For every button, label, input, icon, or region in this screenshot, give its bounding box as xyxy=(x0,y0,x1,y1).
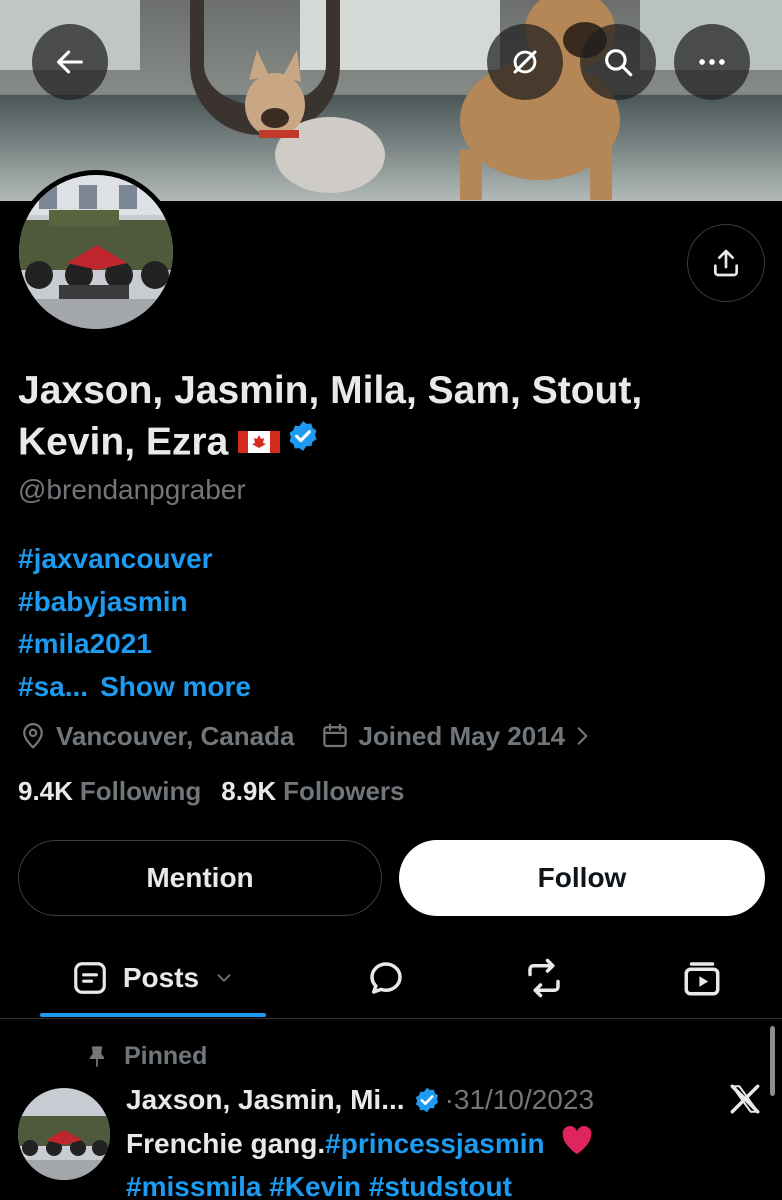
post-hashtag[interactable]: #Kevin xyxy=(269,1171,361,1200)
bio-hashtag[interactable]: #jaxvancouver xyxy=(18,538,251,581)
more-options-button[interactable] xyxy=(674,24,750,100)
media-icon xyxy=(684,962,720,996)
joined-item[interactable]: Joined May 2014 xyxy=(320,721,595,752)
profile-tabs: Posts xyxy=(0,940,782,1019)
share-button[interactable] xyxy=(687,224,765,302)
display-name: Jaxson, Jasmin, Mila, Sam, Stout, Kevin,… xyxy=(18,366,738,472)
reply-bubble-icon xyxy=(370,962,402,994)
pinned-text: Pinned xyxy=(124,1042,208,1070)
post-date[interactable]: ·31/10/2023 xyxy=(445,1084,594,1116)
following-count: 9.4K xyxy=(18,776,73,806)
active-tab-indicator xyxy=(40,1013,266,1017)
post-hashtag[interactable]: #princessjasmin xyxy=(325,1128,544,1159)
repost-icon xyxy=(528,958,560,998)
post-text-content: Frenchie gang. xyxy=(126,1128,326,1159)
profile-avatar[interactable] xyxy=(14,170,178,334)
bio-hashtag[interactable]: #mila2021 xyxy=(18,623,251,666)
calendar-icon xyxy=(323,723,348,748)
display-name-text: Jaxson, Jasmin, Mila, Sam, Stout, Kevin,… xyxy=(18,369,643,464)
tabs-divider xyxy=(0,1018,782,1019)
tab-reposts[interactable] xyxy=(504,940,584,1016)
location-item: Vancouver, Canada xyxy=(18,721,294,752)
post-avatar-image xyxy=(18,1088,110,1180)
post-author-avatar[interactable] xyxy=(18,1088,110,1180)
ellipsis-icon xyxy=(699,59,725,65)
scrollbar[interactable] xyxy=(770,1026,775,1096)
following-link[interactable]: 9.4K Following xyxy=(18,776,201,807)
chevron-down-icon xyxy=(217,974,231,982)
pinned-label: Pinned xyxy=(84,1042,207,1071)
post-verified-badge-icon xyxy=(413,1086,441,1114)
followers-link[interactable]: 8.9K Followers xyxy=(221,776,404,807)
location-text: Vancouver, Canada xyxy=(56,720,295,751)
profile-handle: @brendanpgraber xyxy=(18,474,246,505)
canada-flag-icon xyxy=(238,416,281,466)
pin-icon xyxy=(89,1045,105,1067)
bio-hashtag[interactable]: #babyjasmin xyxy=(18,581,251,624)
show-more-link[interactable]: Show more xyxy=(100,671,251,702)
posts-icon xyxy=(74,962,106,994)
x-logo-icon xyxy=(730,1084,760,1114)
location-pin-icon xyxy=(23,723,43,749)
profile-meta: Vancouver, Canada Joined May 2014 xyxy=(18,718,595,754)
mention-button[interactable]: Mention xyxy=(18,840,382,916)
post-hashtag[interactable]: #studstout xyxy=(369,1171,512,1200)
share-icon xyxy=(714,249,738,277)
search-icon xyxy=(605,49,633,77)
chevron-right-icon xyxy=(577,727,588,745)
profile-bio: #jaxvancouver #babyjasmin #mila2021 #sa.… xyxy=(18,538,251,708)
post-hashtag[interactable]: #missmila xyxy=(126,1171,261,1200)
search-button[interactable] xyxy=(580,24,656,100)
back-button[interactable] xyxy=(32,24,108,100)
post-author-name[interactable]: Jaxson, Jasmin, Mi... xyxy=(126,1084,405,1116)
follow-button[interactable]: Follow xyxy=(399,840,765,916)
following-label: Following xyxy=(79,776,202,806)
tab-media[interactable] xyxy=(662,940,742,1016)
follow-counts: 9.4K Following 8.9K Followers xyxy=(18,776,405,807)
tab-replies[interactable] xyxy=(346,940,426,1016)
post-header: Jaxson, Jasmin, Mi... ·31/10/2023 xyxy=(126,1080,594,1120)
followers-label: Followers xyxy=(283,776,405,806)
grok-icon xyxy=(513,50,537,74)
banner-dog-small xyxy=(245,50,385,193)
post-text: Frenchie gang.#princessjasmin #missmila … xyxy=(126,1124,746,1200)
avatar-image xyxy=(19,175,173,329)
followers-count: 8.9K xyxy=(221,776,277,806)
tab-posts-label: Posts xyxy=(122,962,200,993)
tab-posts[interactable]: Posts xyxy=(40,940,266,1016)
heart-emoji-icon xyxy=(560,1124,594,1167)
bio-hashtag[interactable]: #sa... xyxy=(18,671,88,702)
profile-banner xyxy=(0,0,782,201)
joined-text: Joined May 2014 xyxy=(358,720,566,751)
arrow-left-icon xyxy=(57,50,83,74)
verified-badge-icon[interactable] xyxy=(286,416,320,466)
grok-button[interactable] xyxy=(487,24,563,100)
